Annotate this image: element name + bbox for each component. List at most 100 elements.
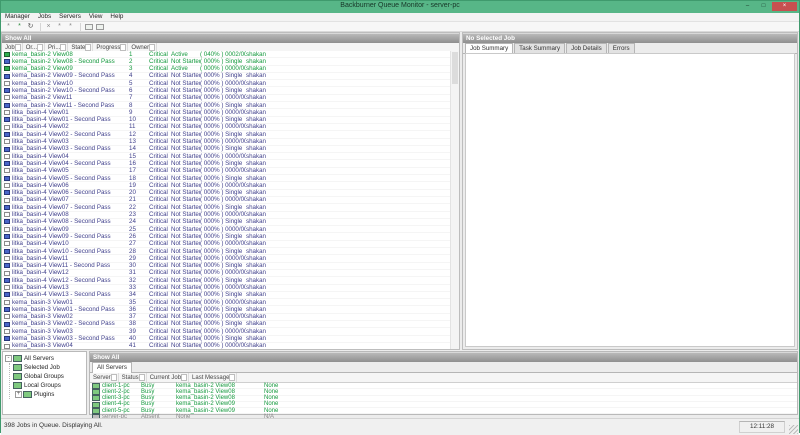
server-icon	[92, 402, 100, 408]
window-title: Backburner Queue Monitor - server-pc	[1, 2, 799, 9]
job-state: Not Started	[171, 277, 200, 284]
clock: 12:11:28	[739, 421, 785, 433]
column-header[interactable]: Server	[90, 373, 119, 382]
column-sort-button[interactable]	[149, 44, 155, 51]
job-progress: ( 000% ) 0000/0005	[200, 284, 246, 291]
column-sort-button[interactable]	[120, 44, 126, 51]
job-owner: shakan	[246, 145, 281, 152]
job-owner: shakan	[246, 109, 281, 116]
collapse-icon[interactable]: -	[5, 355, 12, 362]
tree-item-all-servers[interactable]: - All Servers	[3, 354, 86, 363]
job-row[interactable]: kema_basin-3 View04 41 Critical Not Star…	[2, 343, 451, 349]
job-state: Not Started	[171, 313, 200, 320]
expand-icon[interactable]: +	[15, 391, 22, 398]
tree-item-global-groups[interactable]: Global Groups	[13, 372, 86, 381]
menu-bar: ManagerJobsServersViewHelp	[1, 13, 799, 22]
job-progress: ( 000% ) Single	[200, 291, 246, 298]
menu-help[interactable]: Help	[106, 13, 127, 21]
job-order: 27	[129, 240, 149, 247]
title-bar[interactable]: Backburner Queue Monitor - server-pc – □…	[1, 1, 799, 13]
job-order: 22	[129, 204, 149, 211]
job-name: litka_basin-4 View05 - Second Pass	[12, 175, 111, 182]
job-name: litka_basin-4 View02	[12, 123, 69, 130]
job-priority: Critical	[149, 109, 171, 116]
job-owner: shakan	[246, 94, 281, 101]
menu-servers[interactable]: Servers	[55, 13, 85, 21]
refresh-icon[interactable]: ↻	[26, 23, 35, 31]
job-order: 14	[129, 145, 149, 152]
job-order: 38	[129, 320, 149, 327]
column-sort-button[interactable]	[37, 44, 43, 51]
column-sort-button[interactable]	[111, 374, 117, 381]
job-owner: shakan	[246, 58, 281, 65]
job-progress: ( 000% ) Single	[200, 277, 246, 284]
main-area: Show All JobOr...Pri...StateProgressOwne…	[1, 32, 799, 350]
column-sort-button[interactable]	[229, 374, 235, 381]
tab-task-summary[interactable]: Task Summary	[514, 43, 565, 53]
job-state: Not Started	[171, 109, 200, 116]
job-state: Not Started	[171, 145, 200, 152]
column-sort-button[interactable]	[85, 44, 91, 51]
job-priority: Critical	[149, 72, 171, 79]
job-name: litka_basin-4 View04 - Second Pass	[12, 160, 111, 167]
column-header[interactable]: Last Message	[189, 373, 237, 382]
minimize-button[interactable]: –	[740, 2, 755, 11]
column-header[interactable]: Status	[119, 373, 147, 382]
column-sort-button[interactable]	[15, 44, 21, 51]
job-state-icon	[4, 139, 10, 144]
tab-job-details[interactable]: Job Details	[566, 43, 607, 53]
job-state-icon	[4, 234, 10, 239]
job-owner: shakan	[246, 87, 281, 94]
job-owner: shakan	[246, 123, 281, 130]
delete-job-icon[interactable]: ×	[44, 23, 53, 31]
activate-job-icon[interactable]: *	[55, 23, 64, 31]
job-state-icon	[4, 110, 10, 115]
job-owner: shakan	[246, 328, 281, 335]
job-progress: ( 000% ) Single	[200, 131, 246, 138]
job-owner: shakan	[246, 153, 281, 160]
job-priority: Critical	[149, 299, 171, 306]
connect-icon[interactable]: *	[4, 23, 13, 31]
tab-all-servers[interactable]: All Servers	[92, 362, 132, 373]
job-priority: Critical	[149, 65, 171, 72]
job-state: Not Started	[171, 80, 200, 87]
job-priority: Critical	[149, 269, 171, 276]
tree-item-plugins[interactable]: + Plugins	[13, 390, 86, 399]
job-name: litka_basin-4 View10 - Second Pass	[12, 248, 111, 255]
job-progress: ( 000% ) Single	[200, 218, 246, 225]
job-priority: Critical	[149, 182, 171, 189]
maximize-button[interactable]: □	[756, 2, 771, 11]
menu-view[interactable]: View	[85, 13, 107, 21]
job-order: 24	[129, 218, 149, 225]
job-order: 36	[129, 306, 149, 313]
job-name: kema_basin-3 View02 - Second Pass	[12, 320, 115, 327]
menu-manager[interactable]: Manager	[1, 13, 34, 21]
job-list-scrollbar[interactable]	[450, 51, 459, 349]
job-priority: Critical	[149, 204, 171, 211]
server-list-icon[interactable]	[95, 23, 104, 31]
job-order: 25	[129, 226, 149, 233]
tab-errors[interactable]: Errors	[608, 43, 635, 53]
tree-item-selected-job[interactable]: Selected Job	[13, 363, 86, 372]
menu-jobs[interactable]: Jobs	[34, 13, 55, 21]
column-sort-button[interactable]	[139, 374, 145, 381]
disconnect-icon[interactable]: *	[15, 23, 24, 31]
job-priority: Critical	[149, 94, 171, 101]
column-sort-button[interactable]	[60, 44, 66, 51]
job-list-panel: Show All JobOr...Pri...StateProgressOwne…	[1, 32, 460, 350]
job-name: litka_basin-4 View07 - Second Pass	[12, 204, 111, 211]
scrollbar-thumb[interactable]	[452, 52, 458, 84]
close-button[interactable]: ×	[772, 2, 797, 11]
job-archives-icon[interactable]	[84, 23, 93, 31]
job-owner: shakan	[246, 138, 281, 145]
job-name: litka_basin-4 View01	[12, 109, 69, 116]
column-sort-button[interactable]	[181, 374, 187, 381]
job-state: Not Started	[171, 226, 200, 233]
suspend-job-icon[interactable]: *	[66, 23, 75, 31]
column-header[interactable]: Current Job	[147, 373, 189, 382]
job-state-icon	[4, 219, 10, 224]
tree-item-local-groups[interactable]: Local Groups	[13, 381, 86, 390]
job-priority: Critical	[149, 306, 171, 313]
job-priority: Critical	[149, 167, 171, 174]
job-order: 35	[129, 299, 149, 306]
